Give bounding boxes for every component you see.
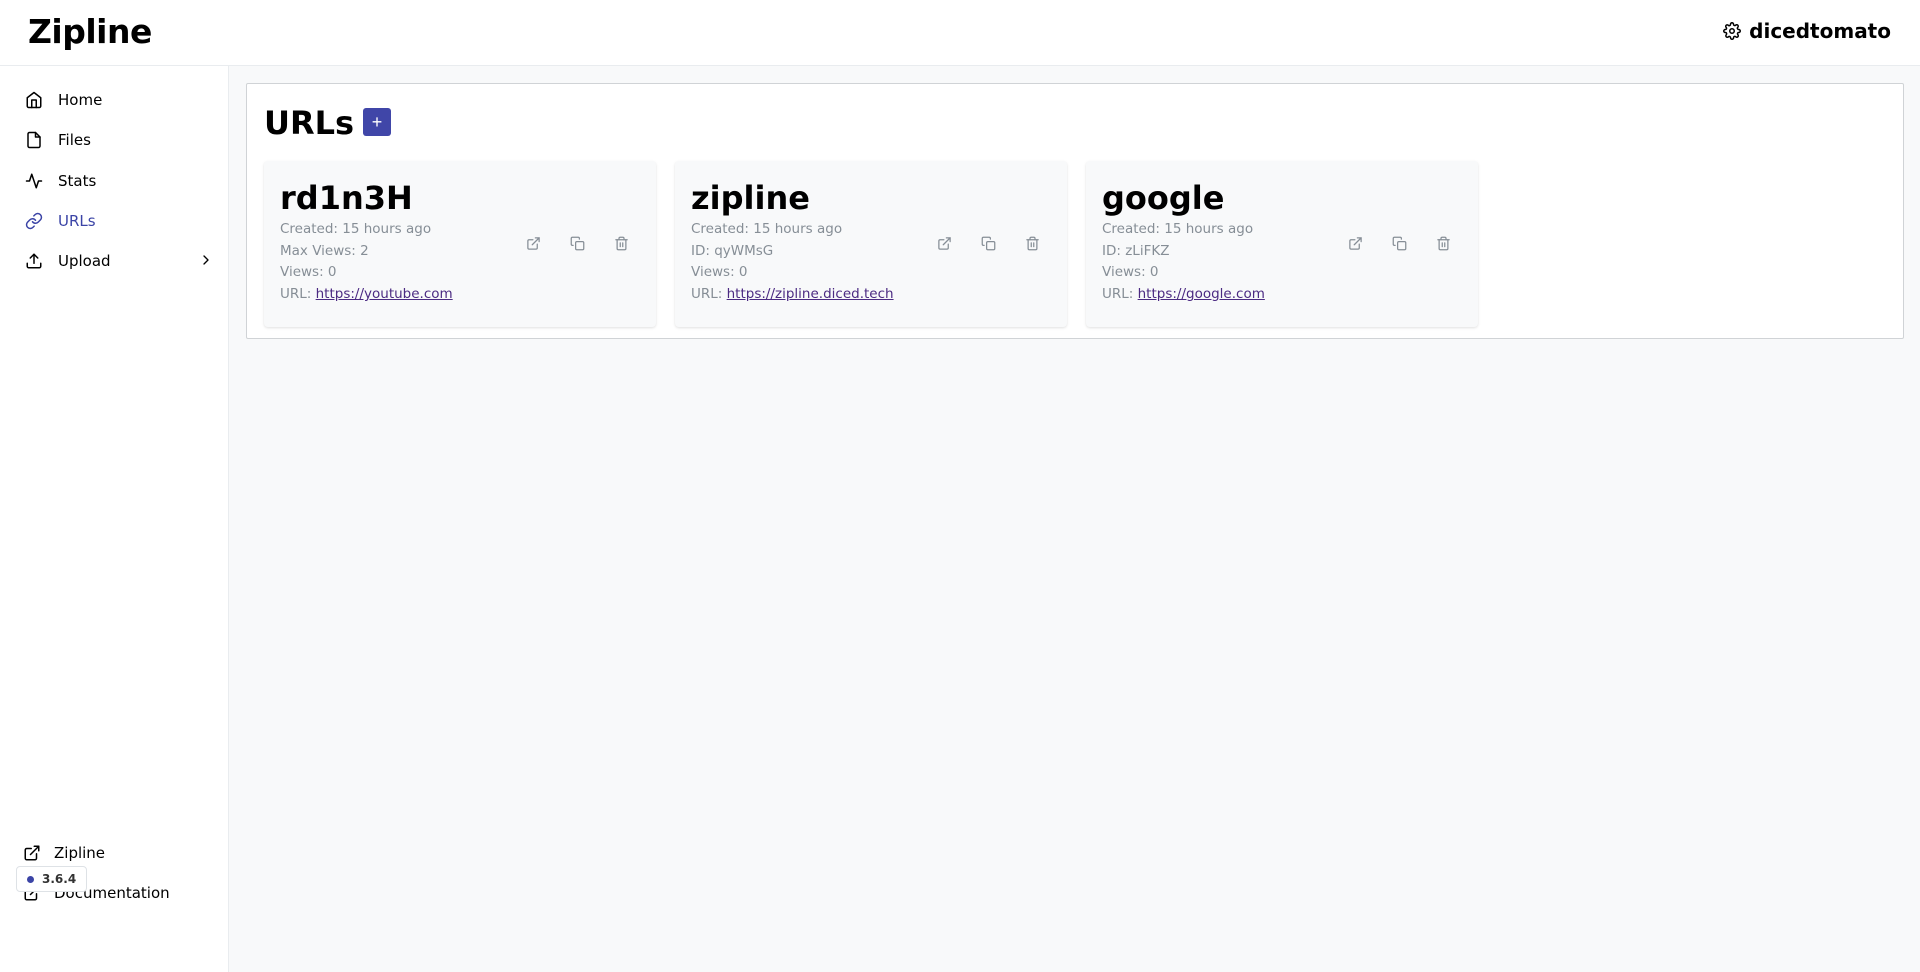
sidebar: Home Files Stats URLs Upload Zipline Doc… bbox=[0, 66, 229, 972]
sidebar-link-label: Zipline bbox=[54, 844, 106, 862]
version-badge: 3.6.4 bbox=[16, 866, 88, 892]
external-link-icon bbox=[22, 843, 42, 863]
delete-url-button[interactable] bbox=[610, 232, 632, 254]
delete-url-button[interactable] bbox=[1021, 232, 1043, 254]
delete-url-button[interactable] bbox=[1432, 232, 1454, 254]
url-line: URL: https://google.com bbox=[1102, 286, 1265, 302]
url-card: zipline Created: 15 hours ago ID: qyWMsG… bbox=[675, 161, 1067, 327]
url-card-title: zipline bbox=[691, 179, 810, 217]
url-id: ID: qyWMsG bbox=[691, 243, 774, 259]
version-text: 3.6.4 bbox=[42, 872, 77, 886]
user-menu[interactable]: dicedtomato bbox=[1723, 19, 1891, 43]
url-id: ID: zLiFKZ bbox=[1102, 243, 1170, 259]
url-link[interactable]: https://google.com bbox=[1138, 286, 1265, 302]
add-url-button[interactable]: + bbox=[363, 108, 391, 136]
sidebar-item-stats[interactable]: Stats bbox=[10, 163, 220, 199]
url-line: URL: https://zipline.diced.tech bbox=[691, 286, 894, 302]
version-dot bbox=[27, 875, 34, 883]
gear-icon bbox=[1723, 22, 1742, 40]
copy-url-button[interactable] bbox=[977, 232, 999, 254]
trash-icon bbox=[614, 236, 628, 250]
activity-icon bbox=[24, 171, 44, 191]
open-url-button[interactable] bbox=[933, 232, 955, 254]
url-prefix: URL: bbox=[1102, 286, 1138, 302]
username: dicedtomato bbox=[1749, 19, 1891, 43]
open-url-button[interactable] bbox=[522, 232, 544, 254]
trash-icon bbox=[1025, 236, 1039, 250]
top-header: Zipline dicedtomato bbox=[0, 0, 1920, 66]
url-link[interactable]: https://zipline.diced.tech bbox=[727, 286, 894, 302]
external-link-icon bbox=[526, 236, 540, 250]
sidebar-item-label: Home bbox=[58, 91, 103, 109]
upload-icon bbox=[24, 251, 44, 271]
link-icon bbox=[24, 211, 44, 231]
copy-url-button[interactable] bbox=[566, 232, 588, 254]
url-card-title: rd1n3H bbox=[280, 179, 413, 217]
copy-icon bbox=[570, 236, 584, 250]
external-link-icon bbox=[937, 236, 951, 250]
chevron-right-icon bbox=[203, 255, 209, 265]
sidebar-item-label: Stats bbox=[58, 172, 97, 190]
copy-url-button[interactable] bbox=[1388, 232, 1410, 254]
app-logo[interactable]: Zipline bbox=[28, 12, 152, 51]
external-link-icon bbox=[1348, 236, 1362, 250]
url-views: Views: 0 bbox=[691, 264, 748, 280]
url-card: google Created: 15 hours ago ID: zLiFKZ … bbox=[1086, 161, 1478, 327]
url-views: Views: 0 bbox=[280, 264, 337, 280]
file-icon bbox=[24, 130, 44, 150]
sidebar-item-label: URLs bbox=[58, 212, 96, 230]
url-created: Created: 15 hours ago bbox=[1102, 221, 1254, 237]
page-title: URLs bbox=[264, 104, 355, 142]
url-line: URL: https://youtube.com bbox=[280, 286, 453, 302]
copy-icon bbox=[1392, 236, 1406, 250]
copy-icon bbox=[981, 236, 995, 250]
url-max-views: Max Views: 2 bbox=[280, 243, 369, 259]
home-icon bbox=[24, 90, 44, 110]
url-card: rd1n3H Created: 15 hours ago Max Views: … bbox=[264, 161, 656, 327]
url-created: Created: 15 hours ago bbox=[280, 221, 432, 237]
url-link[interactable]: https://youtube.com bbox=[316, 286, 453, 302]
sidebar-item-label: Files bbox=[58, 131, 91, 149]
urls-panel: URLs + rd1n3H Created: 15 hours ago Max … bbox=[246, 83, 1904, 339]
sidebar-item-upload[interactable]: Upload bbox=[10, 243, 220, 279]
url-views: Views: 0 bbox=[1102, 264, 1159, 280]
url-prefix: URL: bbox=[691, 286, 727, 302]
url-card-title: google bbox=[1102, 179, 1225, 217]
sidebar-item-urls[interactable]: URLs bbox=[10, 203, 220, 239]
open-url-button[interactable] bbox=[1344, 232, 1366, 254]
trash-icon bbox=[1436, 236, 1450, 250]
url-prefix: URL: bbox=[280, 286, 316, 302]
sidebar-item-label: Upload bbox=[58, 252, 111, 270]
url-created: Created: 15 hours ago bbox=[691, 221, 843, 237]
sidebar-item-home[interactable]: Home bbox=[10, 82, 220, 118]
sidebar-item-files[interactable]: Files bbox=[10, 122, 220, 158]
